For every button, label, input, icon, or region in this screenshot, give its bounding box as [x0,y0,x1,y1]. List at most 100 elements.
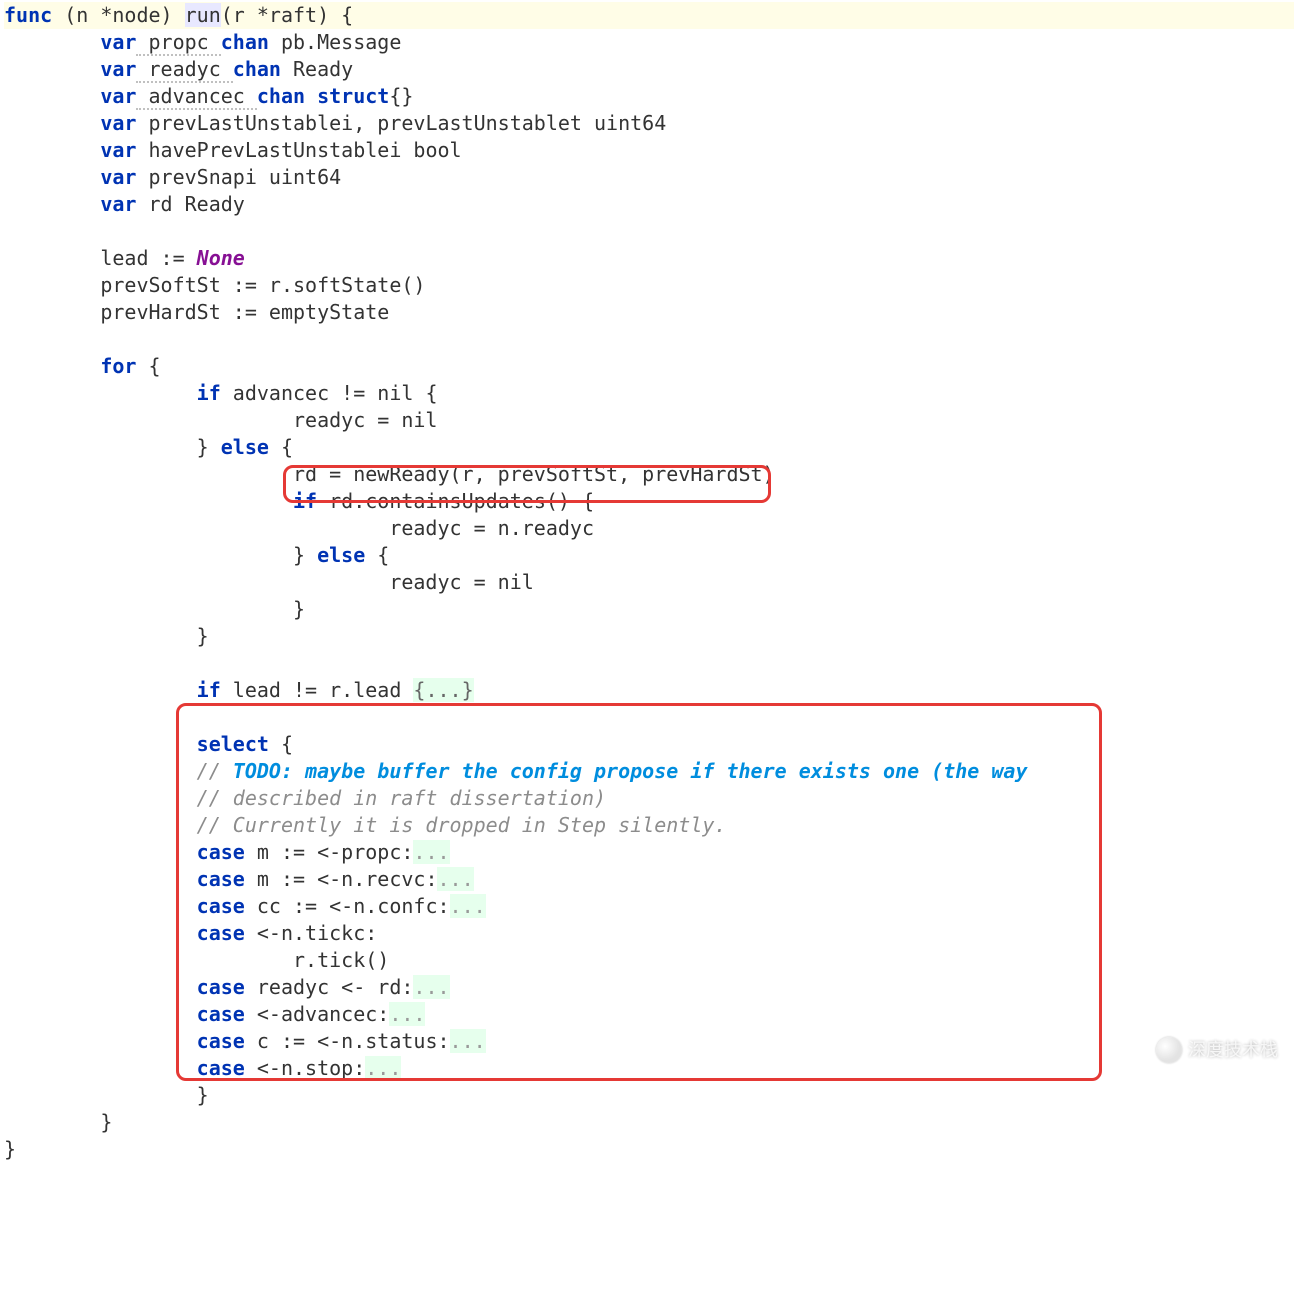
keyword-chan: chan [257,84,305,108]
code-block: func (n *node) run(r *raft) { var propc … [0,0,1298,1183]
brace: { [365,543,389,567]
code-line: case <-n.tickc: [4,920,1294,947]
type: Ready [281,57,353,81]
code-line: } [4,1109,1294,1136]
code-line: } [4,1136,1294,1163]
fold-marker[interactable]: {...} [413,678,473,702]
stmt: readyc = nil [389,570,534,594]
code-line: // TODO: maybe buffer the config propose… [4,758,1294,785]
code-line: case readyc <- rd:... [4,974,1294,1001]
code-line: readyc = nil [4,569,1294,596]
case-expr: cc := <-n.confc: [245,894,450,918]
braces: {} [389,84,413,108]
fold-marker[interactable]: ... [437,867,473,891]
keyword-if: if [293,489,317,513]
keyword-case: case [197,894,245,918]
code-line: rd = newReady(r, prevSoftSt, prevHardSt) [4,461,1294,488]
keyword-chan: chan [233,57,281,81]
keyword-struct: struct [305,84,389,108]
keyword-case: case [197,1002,245,1026]
keyword-chan: chan [221,30,269,54]
code-line: r.tick() [4,947,1294,974]
brace: { [269,435,293,459]
code-line: lead := None [4,245,1294,272]
fold-marker[interactable]: ... [413,840,449,864]
stmt: readyc = nil [293,408,438,432]
comment: // [197,759,233,783]
comment: // described in raft dissertation) [197,786,606,810]
func-name-run: run [185,3,221,27]
watermark-text: 深度技术栈 [1188,1038,1278,1062]
brace: } [100,1110,112,1134]
keyword-var: var [100,111,136,135]
code-line: case cc := <-n.confc:... [4,893,1294,920]
fold-marker[interactable]: ... [389,1002,425,1026]
comment: // Currently it is dropped in Step silen… [197,813,727,837]
fold-marker[interactable]: ... [450,894,486,918]
code-line: if advancec != nil { [4,380,1294,407]
keyword-var: var [100,138,136,162]
code-line: var prevLastUnstablei, prevLastUnstablet… [4,110,1294,137]
fold-marker[interactable]: ... [450,1029,486,1053]
brace: } [197,624,209,648]
keyword-var: var [100,165,136,189]
keyword-select: select [197,732,269,756]
cond: lead != r.lead [221,678,414,702]
code-line: var havePrevLastUnstablei bool [4,137,1294,164]
case-expr: m := <-n.recvc: [245,867,438,891]
keyword-var: var [100,192,136,216]
cond: rd.containsUpdates() { [317,489,594,513]
decl: prevLastUnstablei, prevLastUnstablet uin… [136,111,666,135]
code-line: case m := <-propc:... [4,839,1294,866]
ident: readyc [136,57,232,83]
code-line: } [4,623,1294,650]
signature: (r *raft) { [221,3,353,27]
fold-marker[interactable]: ... [413,975,449,999]
brace: { [269,732,293,756]
fold-marker[interactable]: ... [365,1056,401,1080]
code-line [4,218,1294,245]
keyword-case: case [197,1029,245,1053]
keyword-var: var [100,57,136,81]
code-line: readyc = n.readyc [4,515,1294,542]
code-line: var readyc chan Ready [4,56,1294,83]
todo-comment: TODO: maybe buffer the config propose if… [233,759,1028,783]
keyword-case: case [197,840,245,864]
keyword-for: for [100,354,136,378]
keyword-case: case [197,921,245,945]
stmt: readyc = n.readyc [389,516,594,540]
code-line: for { [4,353,1294,380]
wechat-icon [1156,1037,1182,1063]
brace: { [136,354,160,378]
code-line: } [4,596,1294,623]
code-line: } else { [4,434,1294,461]
brace: } [293,597,305,621]
stmt: prevHardSt := emptyState [100,300,389,324]
code-line: readyc = nil [4,407,1294,434]
case-expr: <-n.tickc: [245,921,377,945]
code-line: // described in raft dissertation) [4,785,1294,812]
brace: } [197,1083,209,1107]
type: pb.Message [269,30,401,54]
keyword-if: if [197,381,221,405]
case-expr: <-n.stop: [245,1056,365,1080]
brace: } [4,1137,16,1161]
case-expr: c := <-n.status: [245,1029,450,1053]
keyword-case: case [197,1056,245,1080]
case-expr: readyc <- rd: [245,975,414,999]
code-line: var advancec chan struct{} [4,83,1294,110]
keyword-var: var [100,84,136,108]
keyword-case: case [197,975,245,999]
ident: propc [136,30,220,56]
code-line: // Currently it is dropped in Step silen… [4,812,1294,839]
code-line: prevSoftSt := r.softState() [4,272,1294,299]
code-line [4,326,1294,353]
none-literal: None [197,246,245,270]
case-expr: <-advancec: [245,1002,390,1026]
case-expr: m := <-propc: [245,840,414,864]
decl: havePrevLastUnstablei bool [136,138,461,162]
assign: lead := [100,246,196,270]
keyword-else: else [317,543,365,567]
stmt-newready: rd = newReady(r, prevSoftSt, prevHardSt) [293,462,775,486]
brace: } [197,435,221,459]
